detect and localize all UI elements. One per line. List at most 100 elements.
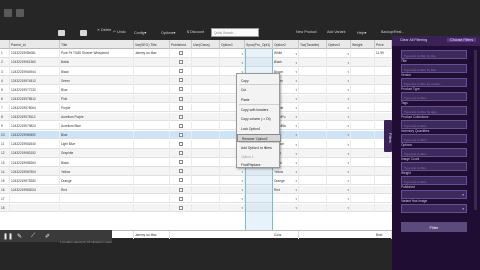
- table-row[interactable]: 2 12432219961360 Baldo ▾ Black ▾ ▾: [0, 58, 392, 67]
- discount-button[interactable]: $ Discount: [187, 30, 204, 34]
- cell-tax[interactable]: [299, 112, 327, 122]
- cell-use[interactable]: [192, 49, 220, 58]
- filter-input[interactable]: Type text to filter by title...: [401, 64, 467, 73]
- cell-title[interactable]: Light Blue: [60, 140, 134, 149]
- cell-o1[interactable]: ▾: [220, 194, 245, 204]
- cell-use[interactable]: [192, 130, 220, 140]
- table-row[interactable]: 1 12432219984081 Pure Fit TG85 Shower Whis…: [0, 49, 392, 58]
- cell-o3[interactable]: ▾: [327, 176, 351, 185]
- col-header-title[interactable]: Title: [60, 40, 134, 49]
- cell-id[interactable]: 12432219983024: [10, 185, 60, 194]
- cell-o3[interactable]: ▾: [327, 67, 351, 76]
- cell-id[interactable]: 12432219978512: [10, 94, 60, 103]
- published-checkbox[interactable]: [179, 142, 183, 146]
- grid-icon[interactable]: [16, 9, 24, 17]
- tab-choose-filters[interactable]: Choose Filters: [447, 38, 477, 42]
- cell-title[interactable]: [60, 194, 134, 204]
- cell-title[interactable]: Graphite: [60, 149, 134, 158]
- chevron-down-icon[interactable]: ▾: [295, 115, 297, 119]
- published-checkbox[interactable]: [179, 205, 183, 210]
- col-header-option1[interactable]: Option1: [220, 40, 245, 49]
- cell-title[interactable]: Baldo: [60, 58, 134, 67]
- chevron-down-icon[interactable]: ▾: [347, 79, 349, 83]
- cell-seo[interactable]: [134, 176, 170, 185]
- cell-use[interactable]: [192, 185, 220, 194]
- cell-weight[interactable]: [351, 112, 375, 122]
- cell-id[interactable]: 12432219974512: [10, 76, 60, 85]
- filter-select[interactable]: ▾: [401, 190, 467, 199]
- pen-icon[interactable]: ✎: [17, 233, 22, 240]
- context-menu-item[interactable]: Cut: [237, 86, 281, 94]
- context-menu-item[interactable]: Find/Replace: [237, 161, 281, 169]
- cell-weight[interactable]: [351, 67, 375, 76]
- cell-idx[interactable]: 2: [0, 58, 10, 67]
- cell-o1[interactable]: ▾: [220, 58, 245, 67]
- cell-seo[interactable]: [134, 85, 170, 94]
- footer-option2-cell[interactable]: Color: [273, 231, 299, 239]
- published-checkbox[interactable]: [179, 78, 183, 83]
- chevron-down-icon[interactable]: ▾: [241, 188, 243, 192]
- cell-seo[interactable]: [134, 149, 170, 158]
- cell-o3[interactable]: ▾: [327, 103, 351, 113]
- cell-o1[interactable]: ▾: [220, 49, 245, 58]
- cell-use[interactable]: [192, 121, 220, 131]
- cell-tax[interactable]: [299, 121, 327, 131]
- table-row[interactable]: 18 ▾ ▾ ▾: [0, 203, 392, 213]
- cell-id[interactable]: 12432219976064: [10, 103, 60, 113]
- cell-pub[interactable]: [170, 140, 192, 149]
- cell-o1[interactable]: ▾: [220, 185, 245, 194]
- table-row[interactable]: 712432219976064Purple▾Purple▾▾: [0, 103, 392, 113]
- add-variant-button[interactable]: Add Variant: [327, 30, 346, 34]
- cell-price[interactable]: [375, 67, 392, 76]
- cell-title[interactable]: Orange: [60, 176, 134, 185]
- published-checkbox[interactable]: [179, 132, 183, 137]
- chevron-down-icon[interactable]: ▾: [347, 170, 349, 174]
- cell-o3[interactable]: ▾: [327, 58, 351, 67]
- filter-button[interactable]: Filter: [401, 222, 467, 232]
- cell-id[interactable]: 12432219979824: [10, 121, 60, 131]
- published-checkbox[interactable]: [179, 60, 183, 65]
- cell-pub[interactable]: [170, 203, 192, 213]
- cell-seo[interactable]: [134, 112, 170, 122]
- cell-use[interactable]: [192, 176, 220, 185]
- cell-use[interactable]: [192, 94, 220, 103]
- cell-use[interactable]: [192, 203, 220, 213]
- cell-use[interactable]: [192, 158, 220, 167]
- cell-title[interactable]: Black: [60, 67, 134, 76]
- table-row[interactable]: 16 12432219983024 Red ▾ Red ▾ ▾: [0, 185, 392, 194]
- cell-weight[interactable]: [351, 167, 375, 176]
- cell-weight[interactable]: [351, 140, 375, 149]
- chevron-down-icon[interactable]: ▾: [295, 161, 297, 165]
- cell-id[interactable]: 12432219961360: [10, 58, 60, 67]
- chevron-down-icon[interactable]: ▾: [347, 61, 349, 65]
- cell-seo[interactable]: [134, 203, 170, 213]
- cell-seo[interactable]: [134, 158, 170, 167]
- cell-weight[interactable]: [351, 203, 375, 213]
- cell-title[interactable]: Red: [60, 185, 134, 194]
- cell-tax[interactable]: [299, 85, 327, 94]
- filter-input[interactable]: Type text to filter by vendor...: [401, 78, 467, 87]
- cell-price[interactable]: [375, 76, 392, 85]
- cell-idx[interactable]: 8: [0, 112, 10, 122]
- cell-title[interactable]: Purple: [60, 103, 134, 113]
- cell-o2[interactable]: Red ▾: [273, 185, 299, 194]
- home-button[interactable]: [58, 30, 65, 36]
- footer-price-cell[interactable]: Best: [375, 231, 392, 239]
- cell-idx[interactable]: 14: [0, 167, 10, 176]
- chevron-down-icon[interactable]: ▾: [347, 206, 349, 210]
- cell-weight[interactable]: [351, 130, 375, 140]
- cell-use[interactable]: [192, 194, 220, 204]
- chevron-down-icon[interactable]: ▾: [347, 52, 349, 56]
- cell-seo[interactable]: [134, 94, 170, 103]
- col-header-option3[interactable]: Option3: [327, 40, 351, 49]
- cell-pub[interactable]: [170, 149, 192, 158]
- pause-icon[interactable]: ❚❚: [3, 233, 13, 240]
- cell-title[interactable]: Aurelium Purple: [60, 112, 134, 122]
- cell-o3[interactable]: ▾: [327, 140, 351, 149]
- cell-o1[interactable]: ▾: [220, 203, 245, 213]
- cell-seo[interactable]: [134, 103, 170, 113]
- cell-pub[interactable]: [170, 67, 192, 76]
- footer-seo-cell[interactable]: Jammy au Mac: [134, 231, 170, 239]
- chevron-down-icon[interactable]: ▾: [347, 188, 349, 192]
- cell-idx[interactable]: 15: [0, 176, 10, 185]
